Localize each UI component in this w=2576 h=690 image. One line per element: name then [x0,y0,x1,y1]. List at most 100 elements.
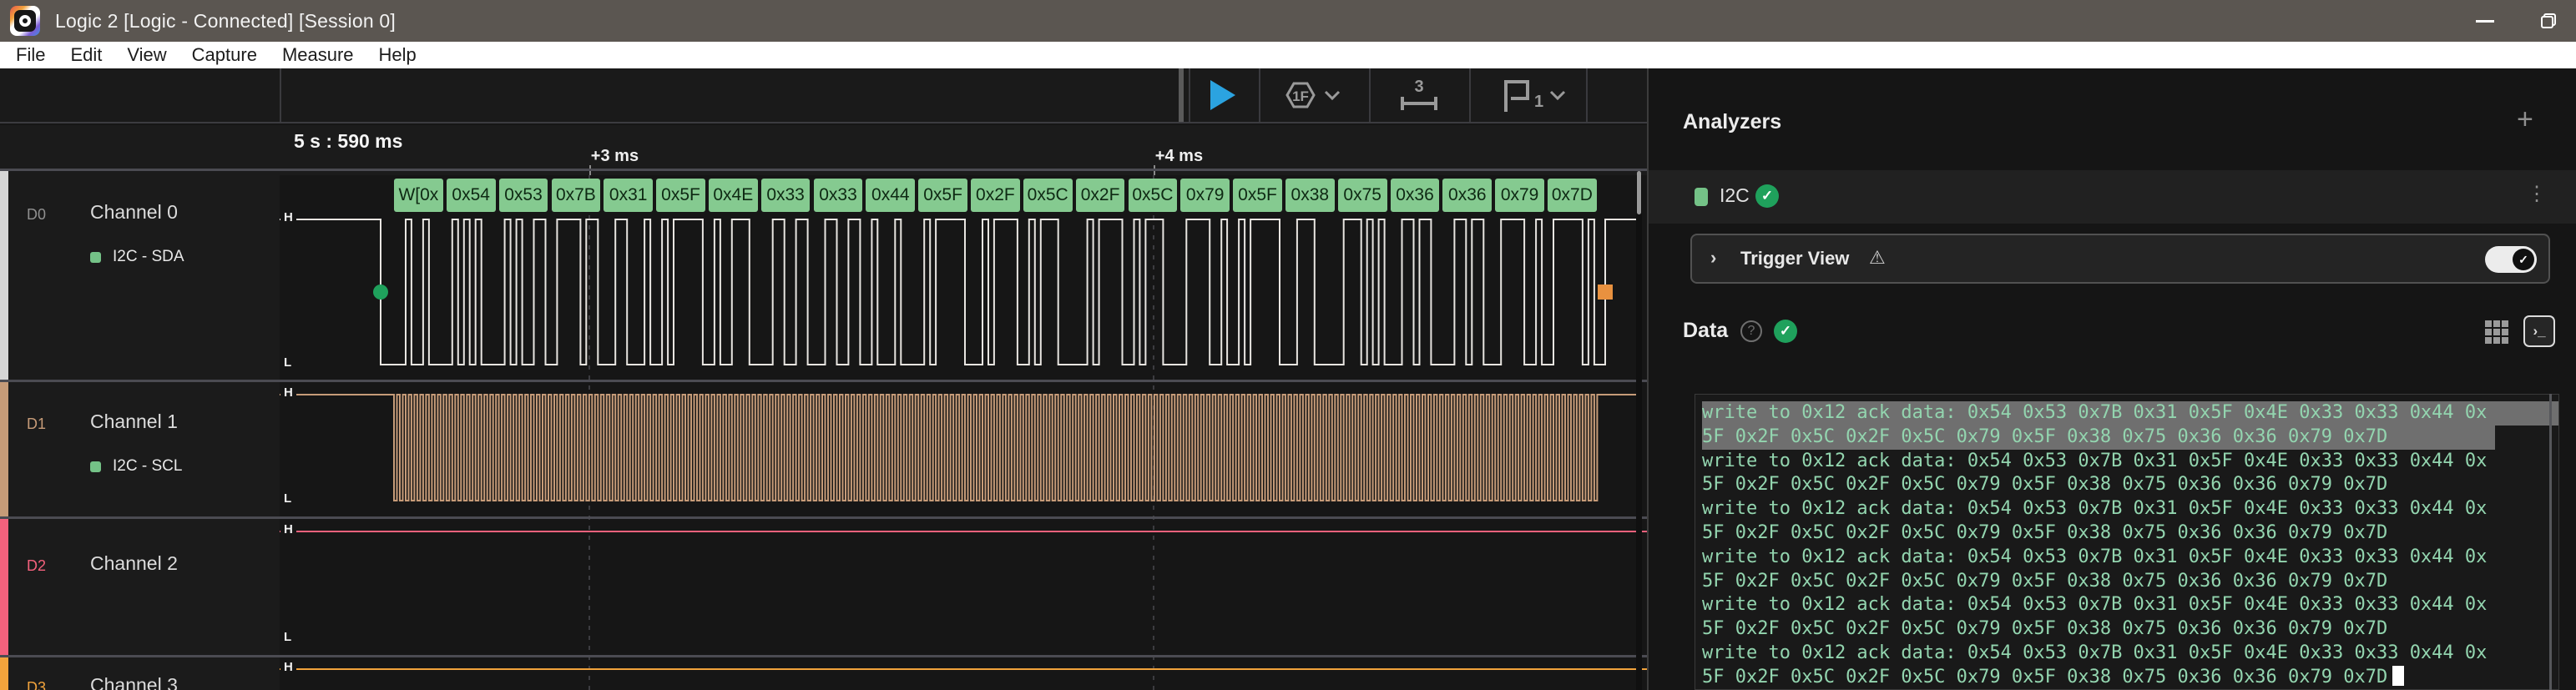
channel-color-stripe [0,171,8,380]
toolbar: 1F 3 1 [0,68,1647,123]
i2c-data-bubble[interactable]: 0x79 [1495,179,1544,212]
i2c-data-bubble[interactable]: 0x75 [1338,179,1387,212]
menu-help[interactable]: Help [366,42,429,68]
i2c-data-bubble[interactable]: 0x36 [1442,179,1492,212]
menu-measure[interactable]: Measure [270,42,366,68]
analyzer-dot-icon [90,252,101,263]
terminal-record-line[interactable]: write to 0x12 ack data: 0x54 0x53 0x7B 0… [1702,450,2558,474]
i2c-address-bubble[interactable]: W[0x [394,179,443,212]
terminal-record-line[interactable]: 5F 0x2F 0x5C 0x2F 0x5C 0x79 0x5F 0x38 0x… [1702,426,2495,450]
i2c-stop-marker [1598,285,1613,300]
timeline-ruler[interactable]: 5 s : 590 ms +3 ms+4 ms [280,125,1647,175]
toolbar-divider [1469,68,1471,122]
i2c-data-bubble[interactable]: 0x7D [1548,179,1597,212]
i2c-data-bubble[interactable]: 0x5F [656,179,705,212]
terminal-record-line[interactable]: write to 0x12 ack data: 0x54 0x53 0x7B 0… [1702,497,2558,521]
high-level-label: H [280,522,296,536]
terminal-record-line[interactable]: 5F 0x2F 0x5C 0x2F 0x5C 0x79 0x5F 0x38 0x… [1702,617,2558,642]
channel-id: D2 [27,557,46,575]
data-table-view-button[interactable] [2483,319,2510,345]
kebab-menu-icon[interactable]: ⋮ [2527,182,2547,206]
terminal-record-line[interactable]: write to 0x12 ack data: 0x54 0x53 0x7B 0… [1702,593,2558,617]
help-icon[interactable]: ? [1740,320,1762,342]
i2c-data-bubble[interactable]: 0x2F [1076,179,1125,212]
chevron-down-icon [1551,92,1564,98]
channel-name: Channel 1 [90,410,178,433]
channel-analyzer-label: I2C - SDA [113,248,184,266]
analyzers-title: Analyzers [1683,110,1781,134]
i2c-data-bubble[interactable]: 0x5F [1233,179,1282,212]
annotations-button[interactable]: 1 [1494,75,1574,121]
menu-capture[interactable]: Capture [179,42,270,68]
i2c-data-bubble[interactable]: 0x7B [552,179,601,212]
channel-name: Channel 3 [90,674,178,690]
terminal-record-line[interactable]: 5F 0x2F 0x5C 0x2F 0x5C 0x79 0x5F 0x38 0x… [1702,473,2558,497]
i2c-data-bubble[interactable]: 0x38 [1285,179,1335,212]
decoded-data-terminal[interactable]: write to 0x12 ack data: 0x54 0x53 0x7B 0… [1695,394,2559,690]
menu-edit[interactable]: Edit [58,42,114,68]
channel-analyzer-tag[interactable]: I2C - SCL [90,457,182,476]
waveform-scrollbar-thumb[interactable] [1637,171,1641,214]
minimize-icon[interactable] [2476,20,2494,23]
channel-id: D3 [27,679,46,690]
play-button[interactable] [1210,80,1235,110]
i2c-data-bubble[interactable]: 0x5F [918,179,967,212]
svg-text:1: 1 [1534,93,1543,111]
terminal-record-line[interactable]: write to 0x12 ack data: 0x54 0x53 0x7B 0… [1702,401,2558,426]
menu-bar: FileEditViewCaptureMeasureHelp [0,42,2576,68]
toolbar-divider [1259,68,1260,122]
channel-block-d1[interactable]: D1 Channel 1 I2C - SCL [0,382,280,516]
i2c-data-bubble[interactable]: 0x33 [814,179,863,212]
channel-id: D1 [27,416,46,433]
toolbar-divider [1369,68,1371,122]
channel-analyzer-label: I2C - SCL [113,457,182,476]
terminal-record-line[interactable]: write to 0x12 ack data: 0x54 0x53 0x7B 0… [1702,642,2558,666]
i2c-data-bubble[interactable]: 0x44 [866,179,915,212]
waveform-view[interactable] [280,175,1647,690]
trigger-voltage-button[interactable]: 1F [1277,75,1344,119]
channel-block-d3[interactable]: D3 Channel 3 [0,657,280,690]
i2c-data-bubble[interactable]: 0x31 [604,179,653,212]
terminal-record-line[interactable]: 5F 0x2F 0x5C 0x2F 0x5C 0x79 0x5F 0x38 0x… [1702,570,2558,594]
i2c-data-bubble[interactable]: 0x54 [447,179,496,212]
measurements-button[interactable]: 3 [1396,75,1442,121]
trigger-view-label: Trigger View [1740,248,1849,269]
trigger-view-card[interactable]: › Trigger View ⚠ ✓ [1690,234,2550,284]
add-analyzer-button[interactable]: + [2517,103,2533,136]
i2c-data-bubble[interactable]: 0x5C [1129,179,1178,212]
i2c-data-bubble[interactable]: 0x53 [499,179,548,212]
i2c-data-bubble[interactable]: 0x5C [1023,179,1073,212]
channel-block-d0[interactable]: D0Channel 0I2C - SDA [0,171,280,380]
data-terminal-view-button[interactable]: ›_ [2523,315,2555,347]
i2c-start-marker [373,285,388,300]
terminal-record-line[interactable]: 5F 0x2F 0x5C 0x2F 0x5C 0x79 0x5F 0x38 0x… [1702,521,2558,546]
sda-trace [280,219,1638,365]
terminal-record-line[interactable]: write to 0x12 ack data: 0x54 0x53 0x7B 0… [1702,546,2558,570]
i2c-data-bubble[interactable]: 0x4E [709,179,758,212]
terminal-record-line[interactable]: 5F 0x2F 0x5C 0x2F 0x5C 0x79 0x5F 0x38 0x… [1702,666,2558,690]
i2c-data-bubble[interactable]: 0x36 [1391,179,1440,212]
trigger-view-toggle[interactable]: ✓ [2485,246,2537,273]
lane-divider [0,169,1647,171]
channel-analyzer-tag[interactable]: I2C - SDA [90,248,184,266]
i2c-data-bubble[interactable]: 0x2F [971,179,1020,212]
menu-view[interactable]: View [114,42,179,68]
waveform-scrollbar-track[interactable] [1636,175,1642,690]
timeline-position: 5 s : 590 ms [294,130,402,153]
scl-trace [280,395,1638,501]
window-title: Logic 2 [Logic - Connected] [Session 0] [55,10,396,33]
data-ok-icon: ✓ [1774,320,1797,343]
channel-block-d2[interactable]: D2Channel 2 [0,519,280,655]
restore-icon[interactable] [2541,13,2556,28]
terminal-cursor [2392,666,2404,686]
low-level-label: L [280,355,295,370]
menu-file[interactable]: File [3,42,58,68]
lane-divider [0,380,1647,382]
i2c-data-bubble[interactable]: 0x79 [1180,179,1230,212]
analyzer-row-i2c[interactable]: I2C ✓ ⋮ [1649,170,2576,224]
i2c-data-bubble[interactable]: 0x33 [761,179,811,212]
terminal-scrollbar[interactable] [2549,394,2552,690]
chevron-right-icon[interactable]: › [1710,247,1716,269]
toolbar-divider [1586,68,1588,122]
data-section-title: Data [1683,319,1728,343]
